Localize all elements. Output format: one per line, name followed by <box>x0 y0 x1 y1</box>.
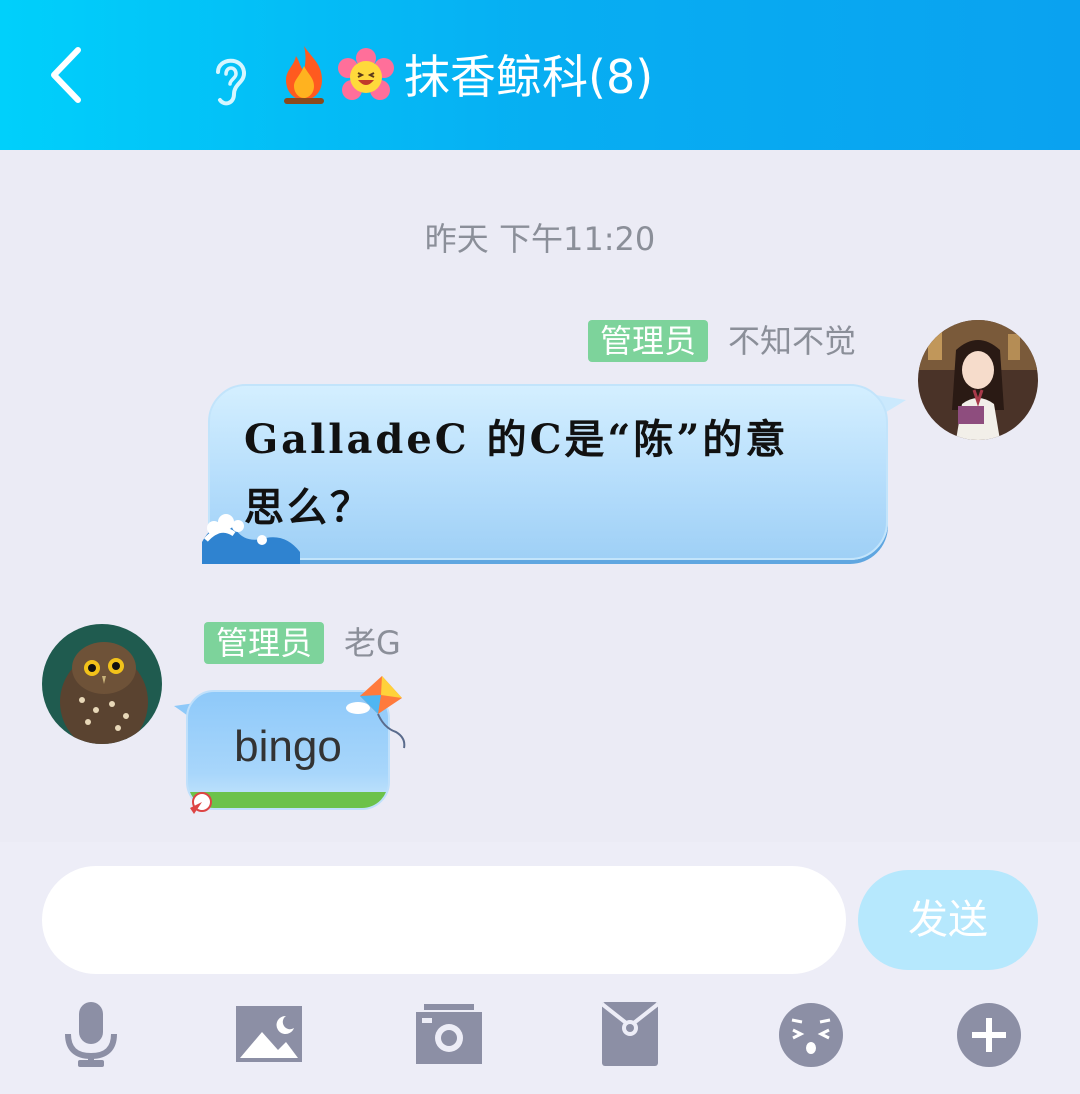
chat-header: 抹香鲸科(8) <box>0 0 1080 150</box>
owl-avatar <box>42 624 162 744</box>
avatar[interactable] <box>42 624 162 744</box>
plus-icon[interactable] <box>954 1000 1024 1070</box>
admin-badge: 管理员 <box>588 320 709 362</box>
image-icon[interactable] <box>234 1000 304 1070</box>
avatar[interactable] <box>918 320 1038 440</box>
admin-badge: 管理员 <box>204 622 325 664</box>
ear-icon[interactable] <box>204 50 254 110</box>
fire-icon <box>284 46 324 104</box>
message-text-line: GalladeC 的C是“陈”的意 <box>244 416 789 463</box>
laughing-flower-icon <box>338 48 394 100</box>
microphone-icon[interactable] <box>56 1000 126 1070</box>
emoji-icon[interactable] <box>776 1000 846 1070</box>
camera-icon[interactable] <box>414 1000 484 1070</box>
message-input[interactable] <box>42 866 846 974</box>
message-timestamp: 昨天 下午11:20 <box>424 220 656 258</box>
message-bubble[interactable]: GalladeC 的C是“陈”的意 思么？ <box>208 384 888 560</box>
red-packet-icon[interactable] <box>596 1000 666 1070</box>
bird-decoration-icon <box>190 792 212 814</box>
anime-girl-avatar <box>918 320 1038 440</box>
message-text-line: 思么？ <box>244 484 373 531</box>
chevron-left-icon[interactable] <box>40 40 100 110</box>
kite-decoration-icon <box>346 676 406 749</box>
sender-name[interactable]: 不知不觉 <box>728 320 856 362</box>
send-button[interactable]: 发送 <box>858 870 1038 970</box>
wave-decoration-icon <box>202 514 300 564</box>
chat-title: 抹香鲸科(8) <box>404 50 654 104</box>
sender-name[interactable]: 老G <box>344 622 401 664</box>
